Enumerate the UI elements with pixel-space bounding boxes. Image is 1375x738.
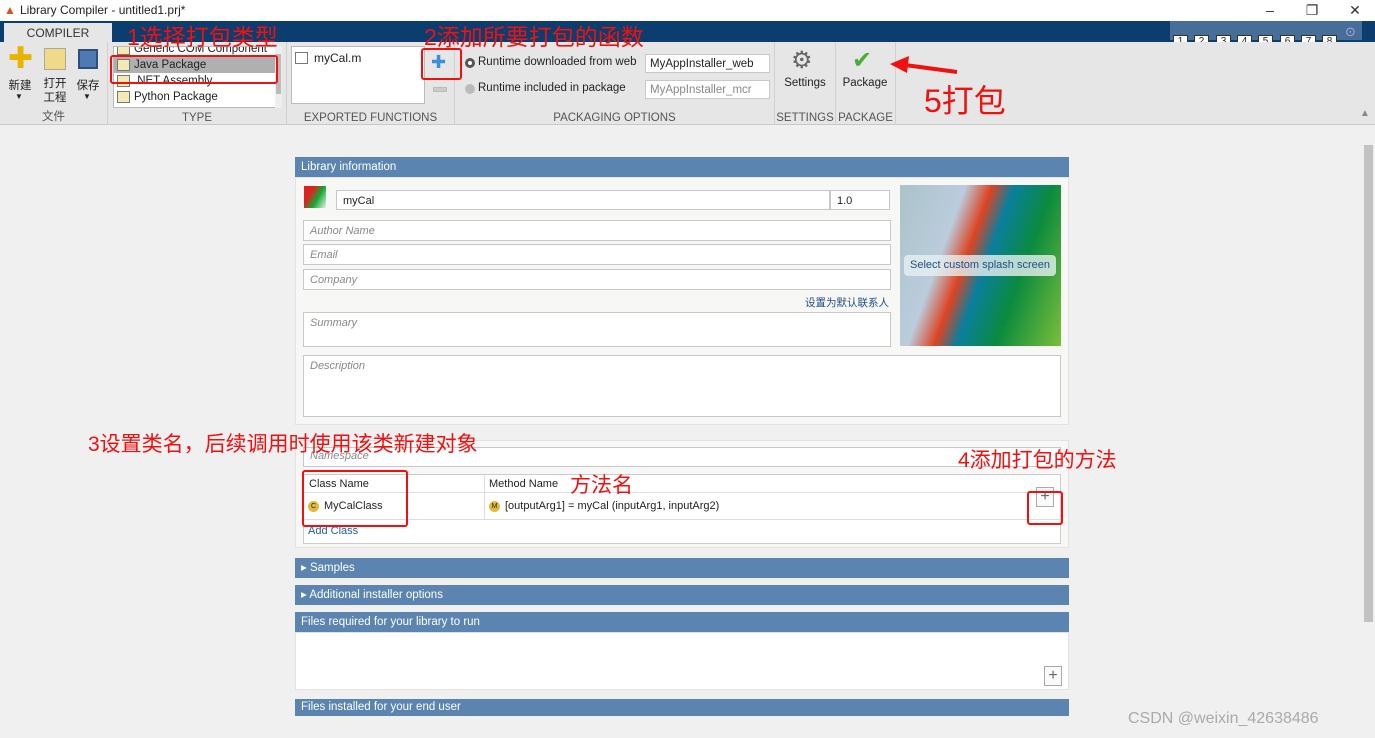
annotation-4: 4添加打包的方法: [958, 449, 1117, 472]
highlight-box: [110, 55, 278, 84]
column-method-name: Method Name: [489, 478, 559, 490]
select-splash-button[interactable]: Select custom splash screen: [904, 255, 1056, 276]
author-name-input[interactable]: Author Name: [303, 220, 891, 241]
file-item[interactable]: myCal.m: [292, 50, 424, 66]
expand-icon: ▸: [301, 562, 310, 574]
new-icon: ✚: [8, 42, 34, 75]
web-installer-name-input[interactable]: MyAppInstaller_web: [645, 54, 770, 73]
add-file-button[interactable]: +: [1044, 666, 1062, 686]
samples-header[interactable]: ▸ Samples: [295, 558, 1069, 578]
set-default-contact-link[interactable]: 设置为默认联系人: [805, 295, 889, 310]
annotation-3: 3设置类名，后续调用时使用该类新建对象: [88, 433, 478, 456]
table-header: [304, 475, 1060, 493]
m-file-icon: [295, 52, 308, 64]
exported-files-list[interactable]: myCal.m: [291, 46, 425, 104]
save-button[interactable]: 保存: [74, 77, 102, 93]
settings-button[interactable]: Settings: [775, 77, 835, 89]
section-label: TYPE: [181, 112, 213, 124]
checkmark-icon: ✔: [852, 47, 873, 74]
version-input[interactable]: 1.0: [830, 190, 890, 210]
file-name: myCal.m: [314, 51, 362, 65]
type-item-python[interactable]: Python Package: [114, 89, 280, 105]
settings-section: ⚙ Settings SETTINGS: [775, 42, 836, 125]
files-required-header: Files required for your library to run: [295, 612, 1069, 632]
open-label-2: 工程: [43, 92, 67, 104]
new-button[interactable]: 新建: [6, 77, 34, 93]
library-icon[interactable]: [304, 186, 326, 208]
description-input[interactable]: Description: [303, 355, 1061, 417]
highlight-box: [1027, 491, 1063, 525]
window-title: Library Compiler - untitled1.prj*: [20, 3, 186, 17]
customize-dropdown-icon[interactable]: ⊙: [1345, 24, 1356, 40]
library-name-input[interactable]: myCal: [336, 190, 830, 210]
chevron-down-icon: ▼: [83, 92, 91, 101]
radio-included[interactable]: [465, 84, 475, 94]
scrollbar-thumb[interactable]: [1364, 145, 1373, 622]
open-project-button[interactable]: 打开 工程: [40, 77, 70, 105]
splash-screen-image[interactable]: Select custom splash screen: [900, 185, 1061, 346]
library-info-panel: myCal 1.0 Author Name Email Company 设置为默…: [295, 177, 1069, 425]
minimize-button[interactable]: –: [1255, 2, 1285, 18]
annotation-1: 1选择打包类型: [127, 24, 278, 50]
item-label: Python Package: [134, 91, 218, 103]
annotation-method-name: 方法名: [570, 474, 633, 497]
highlight-box: [302, 470, 408, 527]
tab-compiler[interactable]: COMPILER: [4, 23, 112, 43]
radio-included-label[interactable]: Runtime included in package: [478, 82, 626, 94]
file-section: ✚ 新建 ▼ 打开工程 保存 ▼ 文件: [0, 42, 108, 125]
mcr-installer-name-input[interactable]: MyAppInstaller_mcr: [645, 80, 770, 99]
class-table: Class Name Method Name C MyCalClass M [o…: [303, 474, 1061, 544]
annotation-2: 2添加所要打包的函数: [424, 24, 644, 50]
section-label: 文件: [42, 111, 65, 123]
close-button[interactable]: ✕: [1340, 2, 1370, 19]
installer-options-header[interactable]: ▸ Additional installer options: [295, 585, 1069, 605]
open-label-1: 打开: [43, 78, 67, 90]
radio-web-label[interactable]: Runtime downloaded from web: [478, 56, 637, 68]
highlight-box: [421, 48, 462, 80]
section-label: SETTINGS: [776, 112, 834, 124]
email-input[interactable]: Email: [303, 244, 891, 265]
radio-web[interactable]: [465, 58, 475, 68]
library-info-header: Library information: [295, 157, 1069, 177]
annotation-5: 5打包: [924, 83, 1006, 119]
packaging-options-section: Runtime downloaded from web MyAppInstall…: [455, 42, 775, 125]
summary-input[interactable]: Summary: [303, 312, 891, 347]
collapse-toolstrip-icon[interactable]: ▲: [1360, 108, 1370, 119]
watermark: CSDN @weixin_42638486: [1128, 710, 1319, 727]
gear-icon: ⚙: [791, 47, 813, 74]
matlab-logo-icon: ▲: [4, 3, 16, 17]
method-icon: M: [489, 501, 500, 512]
samples-label: Samples: [309, 562, 355, 574]
remove-function-button[interactable]: [433, 87, 447, 92]
save-icon: [78, 49, 98, 69]
company-input[interactable]: Company: [303, 269, 891, 290]
chevron-down-icon: ▼: [15, 92, 23, 101]
section-label: EXPORTED FUNCTIONS: [303, 112, 438, 124]
python-icon: [117, 91, 130, 103]
open-project-icon: [44, 48, 66, 70]
restore-button[interactable]: ❐: [1297, 2, 1327, 19]
installer-label: Additional installer options: [309, 589, 443, 601]
files-required-list[interactable]: +: [295, 632, 1069, 690]
method-cell[interactable]: [outputArg1] = myCal (inputArg1, inputAr…: [505, 500, 719, 512]
annotation-arrow: [890, 56, 958, 74]
section-label: PACKAGE: [838, 112, 893, 124]
files-installed-header: Files installed for your end user: [295, 699, 1069, 716]
section-label: PACKAGING OPTIONS: [553, 112, 676, 124]
